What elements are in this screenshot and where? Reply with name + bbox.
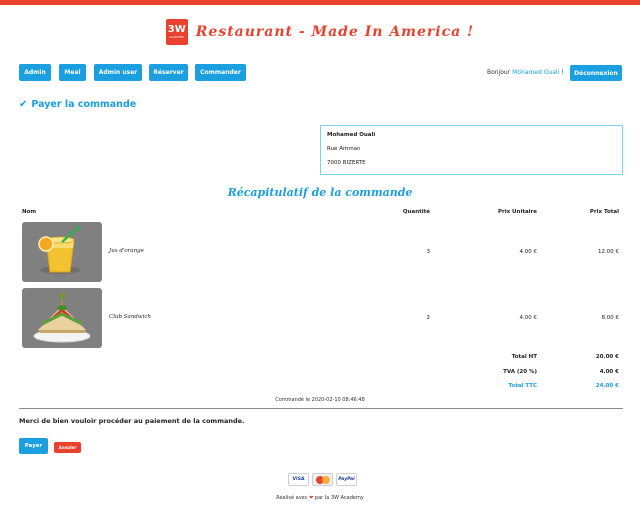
column-header-total-price: Prix Total <box>589 209 619 215</box>
total-ht-value: 20.00 € <box>595 354 619 360</box>
academy-logo[interactable]: 3W ACADEMY <box>165 19 188 45</box>
footer: Réalisé avec ❤ par la 3W Academy <box>0 495 640 501</box>
recap-title: Récapitulatif de la commande <box>227 186 413 199</box>
payment-message: Merci de bien vouloir procéder au paieme… <box>19 417 245 425</box>
user-name-link[interactable]: Mohamed Ouali <box>512 69 559 76</box>
greeting-text: Bonjour <box>487 69 511 76</box>
column-header-quantity: Quantité <box>402 209 430 215</box>
product-total-price: 12.00 € <box>598 249 619 255</box>
product-name: Jus d'orange <box>109 248 144 254</box>
product-image-club-sandwich <box>22 288 102 348</box>
product-quantity: 3 <box>426 249 431 255</box>
check-icon: ✔ <box>19 99 28 110</box>
nav-admin-button[interactable]: Admin <box>19 64 51 81</box>
tva-value: 4.00 € <box>599 369 619 375</box>
total-ht-label: Total HT <box>511 354 537 360</box>
logo-text: 3W <box>167 24 186 35</box>
logo-subtext: ACADEMY <box>169 35 185 39</box>
address-city: 7000 BIZERTE <box>327 160 366 166</box>
total-ttc-value: 24.00 € <box>595 383 619 389</box>
product-unit-price: 4.00 € <box>519 249 538 255</box>
nav-admin-user-button[interactable]: Admin user <box>94 64 142 81</box>
address-street: Rue Amman <box>327 146 361 152</box>
delivery-address-box: Mohamed Ouali Rue Amman 7000 BIZERTE <box>320 125 623 175</box>
total-ttc-label: Total TTC <box>508 383 537 389</box>
product-quantity: 2 <box>426 315 431 321</box>
footer-suffix: par la 3W Academy <box>314 495 364 501</box>
cancel-button[interactable]: Annuler <box>54 442 81 453</box>
product-image-orange-juice <box>22 222 102 282</box>
product-name: Club Sandwich <box>109 314 151 320</box>
heart-icon: ❤ <box>309 495 314 501</box>
payment-methods: VISA PayPal <box>288 473 357 486</box>
pay-button[interactable]: Payer <box>19 438 48 454</box>
tva-label: TVA (20 %) <box>503 369 537 375</box>
greeting: Bonjour Mohamed Ouali ! <box>487 69 564 76</box>
order-date: Commandé le 2020-02-10 08:46:48 <box>275 397 365 403</box>
page-title-text: Payer la commande <box>31 99 137 110</box>
greeting-suffix: ! <box>561 69 564 76</box>
nav-commander-button[interactable]: Commander <box>195 64 246 81</box>
mastercard-icon <box>312 473 333 486</box>
orange-juice-icon <box>38 225 81 274</box>
column-header-unit-price: Prix Unitaire <box>497 209 537 215</box>
divider <box>19 408 623 409</box>
top-accent-bar <box>0 0 640 5</box>
product-unit-price: 4.00 € <box>519 315 538 321</box>
paypal-icon: PayPal <box>336 473 357 486</box>
logout-button[interactable]: Déconnexion <box>570 65 622 81</box>
nav-reserver-button[interactable]: Réserver <box>149 64 188 81</box>
site-title: Restaurant - Made In America ! <box>195 24 475 40</box>
site-header: 3W ACADEMY Restaurant - Made In America … <box>0 19 640 45</box>
visa-icon: VISA <box>288 473 309 486</box>
nav-meal-button[interactable]: Meal <box>59 64 86 81</box>
club-sandwich-icon <box>33 292 91 343</box>
page-title: ✔ Payer la commande <box>19 99 136 110</box>
product-total-price: 8.00 € <box>601 315 620 321</box>
footer-prefix: Réalisé avec <box>276 495 308 501</box>
address-name: Mohamed Ouali <box>327 132 376 138</box>
column-header-name: Nom <box>22 209 37 215</box>
